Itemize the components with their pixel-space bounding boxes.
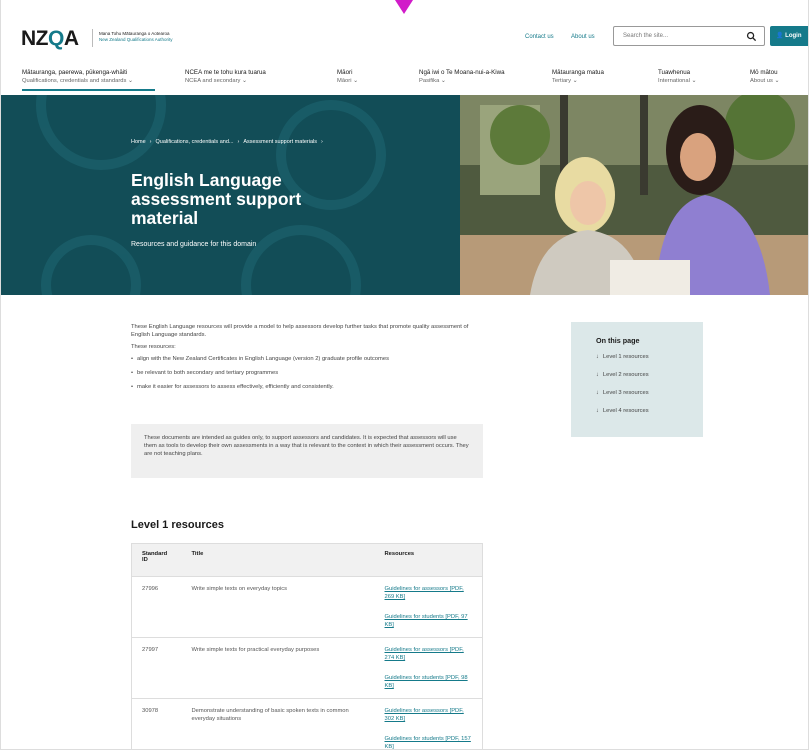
assessor-guidelines-link[interactable]: Guidelines for assessors [PDF, 302 KB] <box>385 707 473 723</box>
page-subtitle: Resources and guidance for this domain <box>131 241 257 248</box>
col-standard-id: Standard ID <box>131 543 182 577</box>
toc-link-level-1[interactable]: ↓ Level 1 resources <box>596 354 703 360</box>
main-nav: Mātauranga, paerewa, pūkenga-whāiti Quali… <box>1 66 808 92</box>
standard-id: 27997 <box>131 637 182 699</box>
nav-maori[interactable]: Māori Māori ⌄ <box>337 69 358 85</box>
col-title: Title <box>181 543 375 577</box>
arrow-down-icon: ↓ <box>596 354 599 360</box>
site-header: NZQA Mana Tohu Mātauranga o Aotearoa New… <box>1 18 808 60</box>
student-guidelines-link[interactable]: Guidelines for students [PDF, 157 KB] <box>385 735 473 749</box>
student-guidelines-link[interactable]: Guidelines for students [PDF, 98 KB] <box>385 674 473 690</box>
intro-text: These English Language resources will pr… <box>131 323 486 397</box>
arrow-down-icon: ↓ <box>596 372 599 378</box>
list-item: make it easier for assessors to assess e… <box>131 383 486 391</box>
standard-title: Write simple texts on everyday topics <box>181 576 375 638</box>
crumb-sep: › <box>237 139 240 145</box>
crumb-sep: › <box>149 139 152 145</box>
search-placeholder: Search the site... <box>623 33 669 39</box>
intro-lead: These resources: <box>131 344 176 350</box>
standard-title: Demonstrate understanding of basic spoke… <box>181 698 375 749</box>
search-icon[interactable] <box>746 31 757 42</box>
col-resources: Resources <box>374 543 483 577</box>
resources-cell: Guidelines for assessors [PDF, 302 KB] G… <box>374 698 483 749</box>
nzqa-logo[interactable]: NZQA <box>21 27 79 51</box>
guidance-note: These documents are intended as guides o… <box>131 424 483 478</box>
standard-title: Write simple texts for practical everyda… <box>181 637 375 699</box>
nav-about[interactable]: Mō mātou About us ⌄ <box>750 69 779 85</box>
toc-link-level-4[interactable]: ↓ Level 4 resources <box>596 408 703 414</box>
intro-list: align with the New Zealand Certificates … <box>131 355 486 391</box>
search-input[interactable]: Search the site... <box>613 26 765 46</box>
arrow-down-icon: ↓ <box>596 390 599 396</box>
nav-ncea[interactable]: NCEA me te tohu kura tuarua NCEA and seco… <box>185 69 266 85</box>
nav-active-indicator <box>22 89 155 91</box>
student-guidelines-link[interactable]: Guidelines for students [PDF, 97 KB] <box>385 613 473 629</box>
crumb-home[interactable]: Home <box>131 139 146 145</box>
arrow-down-icon: ↓ <box>596 408 599 414</box>
toc-link-level-2[interactable]: ↓ Level 2 resources <box>596 372 703 378</box>
pointer-marker <box>395 0 413 14</box>
on-this-page: On this page ↓ Level 1 resources ↓ Level 2… <box>571 322 703 437</box>
standard-id: 27996 <box>131 576 182 638</box>
page-title: English Language assessment support mate… <box>131 170 302 228</box>
standard-id: 30978 <box>131 698 182 749</box>
tagline-english: New Zealand Qualifications Authority <box>99 37 173 42</box>
assessor-guidelines-link[interactable]: Guidelines for assessors [PDF, 269 KB] <box>385 585 473 601</box>
intro-paragraph: These English Language resources will pr… <box>131 324 469 338</box>
user-icon: 👤 <box>776 33 784 39</box>
login-button[interactable]: 👤 Login <box>770 26 808 46</box>
toc-title: On this page <box>596 336 640 345</box>
hero-banner: Home › Qualifications, credentials and... ›… <box>1 95 808 295</box>
breadcrumb: Home › Qualifications, credentials and... ›… <box>131 139 327 145</box>
students-photo <box>460 95 808 295</box>
nav-pasifika[interactable]: Ngā iwi o Te Moana-nui-a-Kiwa Pasifika ⌄ <box>419 69 505 85</box>
nav-tertiary[interactable]: Mātauranga matua Tertiary ⌄ <box>552 69 604 85</box>
list-item: align with the New Zealand Certificates … <box>131 355 486 363</box>
resources-cell: Guidelines for assessors [PDF, 274 KB] G… <box>374 637 483 699</box>
logo-tagline: Mana Tohu Mātauranga o Aotearoa New Zeal… <box>99 31 173 43</box>
assessor-guidelines-link[interactable]: Guidelines for assessors [PDF, 274 KB] <box>385 646 473 662</box>
section-title-level-1: Level 1 resources <box>131 519 224 531</box>
nav-qualifications[interactable]: Mātauranga, paerewa, pūkenga-whāiti Quali… <box>22 69 133 85</box>
logo-divider <box>92 29 93 47</box>
crumb-sep: › <box>321 139 323 145</box>
contact-us-link[interactable]: Contact us <box>525 34 554 40</box>
table-row: 27996 Write simple texts on everyday top… <box>131 576 483 638</box>
resources-cell: Guidelines for assessors [PDF, 269 KB] G… <box>374 576 483 638</box>
table-row: 27997 Write simple texts for practical e… <box>131 637 483 699</box>
toc-link-level-3[interactable]: ↓ Level 3 resources <box>596 390 703 396</box>
about-us-link[interactable]: About us <box>571 34 595 40</box>
nav-international[interactable]: Tuawhenua International ⌄ <box>658 69 696 85</box>
list-item: be relevant to both secondary and tertia… <box>131 369 486 377</box>
page: NZQA Mana Tohu Mātauranga o Aotearoa New… <box>0 0 809 750</box>
table-row: 30978 Demonstrate understanding of basic… <box>131 698 483 749</box>
crumb-assessment[interactable]: Assessment support materials <box>243 139 317 145</box>
level-1-table: Standard ID Title Resources 27996 Write … <box>131 543 483 749</box>
login-label: Login <box>785 33 802 39</box>
crumb-qualifications[interactable]: Qualifications, credentials and... <box>156 139 234 145</box>
